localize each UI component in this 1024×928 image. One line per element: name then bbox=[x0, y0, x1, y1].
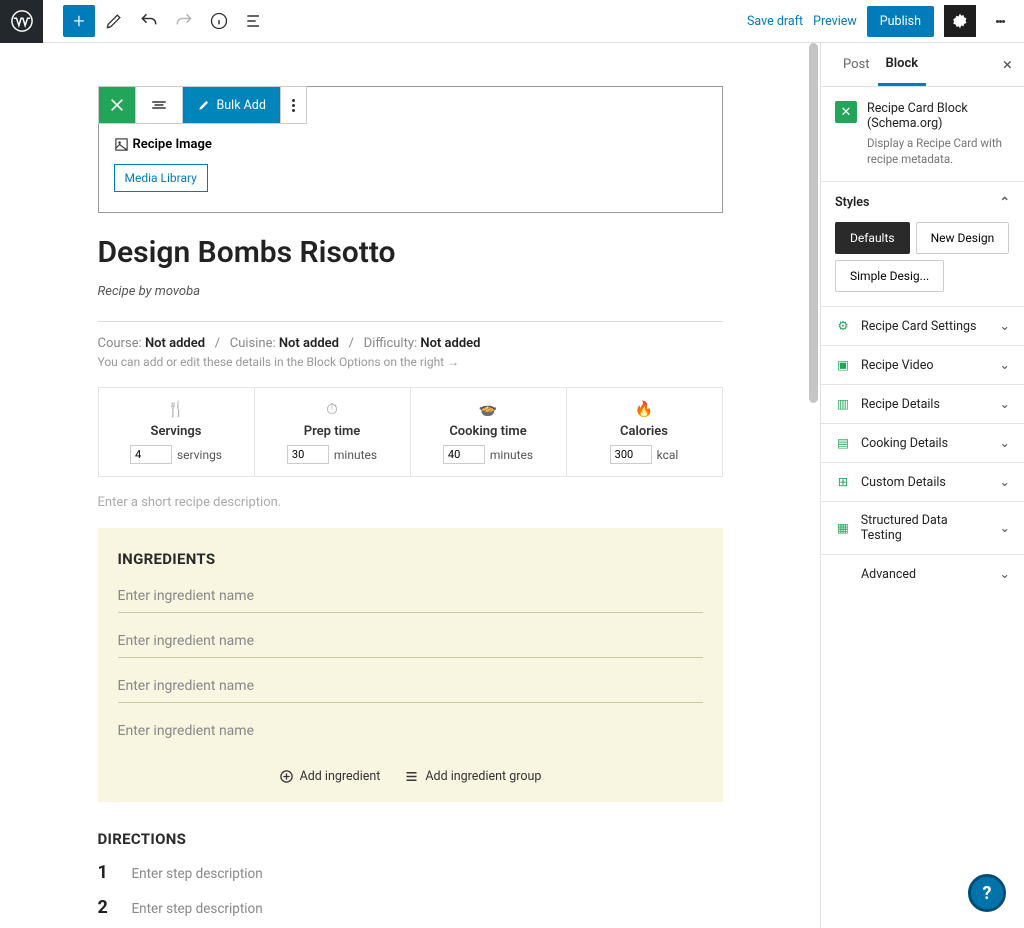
add-ingredient-group-button[interactable]: Add ingredient group bbox=[404, 769, 541, 784]
pencil-icon bbox=[197, 98, 211, 112]
panel-cooking-details[interactable]: ▤Cooking Details⌄ bbox=[821, 423, 1024, 462]
panel-recipe-details[interactable]: ▥Recipe Details⌄ bbox=[821, 384, 1024, 423]
add-block-button[interactable]: + bbox=[63, 5, 95, 37]
servings-input[interactable] bbox=[130, 445, 172, 464]
panel-recipe-settings[interactable]: ⚙Recipe Card Settings⌄ bbox=[821, 306, 1024, 345]
ingredient-input[interactable] bbox=[118, 713, 703, 747]
outline-icon[interactable] bbox=[238, 5, 270, 37]
scrollbar[interactable] bbox=[806, 43, 820, 928]
servings-icon: 🍴 bbox=[107, 400, 246, 420]
block-more-button[interactable] bbox=[281, 87, 306, 123]
panel-recipe-video[interactable]: ▣Recipe Video⌄ bbox=[821, 345, 1024, 384]
ingredient-input[interactable] bbox=[118, 668, 703, 703]
tab-post[interactable]: Post bbox=[835, 45, 878, 84]
ingredient-input[interactable] bbox=[118, 623, 703, 658]
chevron-down-icon: ⌄ bbox=[1000, 318, 1010, 334]
clock-icon: ⏱ bbox=[263, 400, 402, 420]
chevron-down-icon: ⌄ bbox=[1000, 474, 1010, 490]
cook-input[interactable] bbox=[443, 445, 485, 464]
list-icon bbox=[404, 769, 419, 784]
short-description-input[interactable]: Enter a short recipe description. bbox=[98, 495, 723, 510]
panel-advanced[interactable]: Advanced⌄ bbox=[821, 554, 1024, 593]
recipe-block-icon: ✕ bbox=[835, 101, 857, 123]
flame-icon: 🔥 bbox=[575, 400, 714, 420]
block-description: ✕ Recipe Card Block (Schema.org) Display… bbox=[821, 87, 1024, 181]
chevron-down-icon: ⌄ bbox=[1000, 396, 1010, 412]
video-icon: ▣ bbox=[835, 357, 851, 373]
plus-circle-icon bbox=[279, 769, 294, 784]
help-button[interactable]: ? bbox=[968, 874, 1006, 912]
gear-icon bbox=[951, 12, 969, 30]
chevron-down-icon: ⌄ bbox=[1000, 520, 1010, 536]
recipe-icon bbox=[109, 97, 125, 113]
bulk-add-button[interactable]: Bulk Add bbox=[183, 87, 281, 123]
chevron-down-icon: ⌄ bbox=[1000, 566, 1010, 582]
edit-icon[interactable] bbox=[98, 5, 130, 37]
preview-button[interactable]: Preview bbox=[813, 14, 857, 29]
save-draft-button[interactable]: Save draft bbox=[747, 14, 803, 29]
style-defaults-button[interactable]: Defaults bbox=[835, 222, 910, 254]
directions-heading: DIRECTIONS bbox=[98, 830, 723, 848]
panel-structured-data[interactable]: ▦Structured Data Testing⌄ bbox=[821, 501, 1024, 554]
settings-button[interactable] bbox=[944, 5, 976, 37]
direction-row[interactable]: 1Enter step description bbox=[98, 862, 723, 883]
wordpress-logo[interactable] bbox=[0, 0, 43, 43]
pot-icon: 🍲 bbox=[419, 400, 558, 420]
add-ingredient-button[interactable]: Add ingredient bbox=[279, 769, 381, 784]
align-icon bbox=[150, 96, 168, 114]
more-menu-button[interactable] bbox=[986, 7, 1014, 35]
styles-panel-header[interactable]: Styles⌃ bbox=[821, 182, 1024, 222]
top-toolbar: + Save draft Preview Publish bbox=[0, 0, 1024, 43]
recipe-details-grid: 🍴 Servings servings ⏱ Prep time minutes … bbox=[98, 387, 723, 477]
data-icon: ▦ bbox=[835, 520, 851, 536]
direction-row[interactable]: 2Enter step description bbox=[98, 897, 723, 918]
prep-cell: ⏱ Prep time minutes bbox=[255, 388, 411, 476]
settings-sidebar: Post Block × ✕ Recipe Card Block (Schema… bbox=[820, 43, 1024, 928]
chevron-down-icon: ⌄ bbox=[1000, 435, 1010, 451]
chevron-up-icon: ⌃ bbox=[1000, 194, 1010, 210]
media-library-button[interactable]: Media Library bbox=[114, 164, 208, 192]
doc-icon: ▥ bbox=[835, 396, 851, 412]
info-icon[interactable] bbox=[203, 5, 235, 37]
close-sidebar-button[interactable]: × bbox=[1003, 55, 1012, 75]
servings-cell: 🍴 Servings servings bbox=[99, 388, 255, 476]
calories-cell: 🔥 Calories kcal bbox=[567, 388, 722, 476]
chevron-down-icon: ⌄ bbox=[1000, 357, 1010, 373]
style-new-design-button[interactable]: New Design bbox=[916, 222, 1010, 254]
image-icon bbox=[114, 137, 129, 152]
recipe-meta-row: Course: Not added / Cuisine: Not added /… bbox=[98, 321, 723, 369]
block-type-button[interactable] bbox=[99, 87, 136, 123]
cook-cell: 🍲 Cooking time minutes bbox=[411, 388, 567, 476]
ingredients-section: INGREDIENTS Add ingredient Add ingredien… bbox=[98, 528, 723, 802]
recipe-author: Recipe by movoba bbox=[98, 284, 723, 299]
style-simple-button[interactable]: Simple Desig... bbox=[835, 260, 944, 292]
plus-box-icon: ⊞ bbox=[835, 474, 851, 490]
redo-icon[interactable] bbox=[168, 5, 200, 37]
publish-button[interactable]: Publish bbox=[867, 6, 934, 37]
clipboard-icon: ▤ bbox=[835, 435, 851, 451]
block-toolbar: Bulk Add bbox=[98, 86, 307, 124]
prep-input[interactable] bbox=[287, 445, 329, 464]
undo-icon[interactable] bbox=[133, 5, 165, 37]
recipe-title[interactable]: Design Bombs Risotto bbox=[98, 235, 723, 270]
ingredient-input[interactable] bbox=[118, 578, 703, 613]
align-button[interactable] bbox=[136, 87, 183, 123]
tab-block[interactable]: Block bbox=[878, 44, 927, 86]
meta-hint: You can add or edit these details in the… bbox=[98, 355, 723, 369]
calories-input[interactable] bbox=[610, 445, 652, 464]
recipe-image-label: Recipe Image bbox=[114, 137, 707, 152]
panel-custom-details[interactable]: ⊞Custom Details⌄ bbox=[821, 462, 1024, 501]
gear-icon: ⚙ bbox=[835, 318, 851, 334]
directions-section: DIRECTIONS 1Enter step description 2Ente… bbox=[98, 830, 723, 928]
wordpress-icon bbox=[11, 10, 33, 32]
ingredients-heading: INGREDIENTS bbox=[118, 550, 703, 568]
editor-canvas: Bulk Add Recipe Image Media Library Desi… bbox=[0, 43, 820, 928]
